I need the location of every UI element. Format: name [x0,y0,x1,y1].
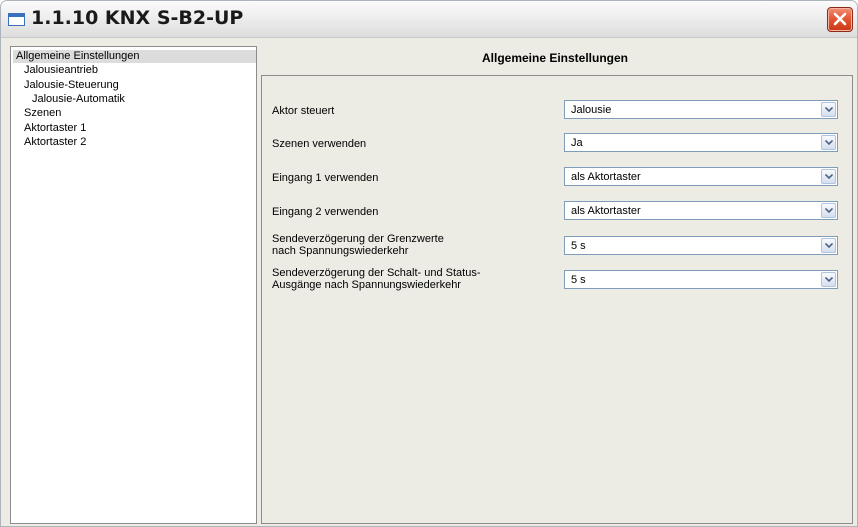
close-icon [833,12,847,26]
dropdown-value: 5 s [571,274,586,286]
szenen-verwenden-dropdown[interactable]: Ja [564,133,838,152]
parameter-tree: Allgemeine Einstellungen Jalousieantrieb… [10,46,257,524]
tree-item-jalousie-automatik[interactable]: Jalousie-Automatik [29,93,125,106]
param-label-sendeverzoegerung-grenzwerte: Sendeverzögerung der Grenzwerte nach Spa… [272,233,444,257]
dropdown-value: als Aktortaster [571,205,641,217]
param-label-szenen-verwenden: Szenen verwenden [272,138,367,150]
tree-item-allgemeine-einstellungen[interactable]: Allgemeine Einstellungen [13,50,256,63]
dropdown-arrow-button[interactable] [821,102,836,117]
window-title: 1.1.10 KNX S-B2-UP [31,7,244,29]
tree-item-jalousie-steuerung[interactable]: Jalousie-Steuerung [21,79,119,92]
title-bar[interactable]: 1.1.10 KNX S-B2-UP [1,1,857,38]
chevron-down-icon [825,277,833,282]
param-label-aktor-steuert: Aktor steuert [272,105,335,117]
eingang-2-dropdown[interactable]: als Aktortaster [564,201,838,220]
window-icon [8,13,25,26]
dropdown-arrow-button[interactable] [821,272,836,287]
dropdown-value: Jalousie [571,104,612,116]
chevron-down-icon [825,208,833,213]
tree-item-szenen[interactable]: Szenen [21,107,61,120]
param-label-sendeverzoegerung-schalt-status: Sendeverzögerung der Schalt- und Status-… [272,267,481,291]
tree-item-aktortaster-2[interactable]: Aktortaster 2 [21,136,86,149]
dropdown-arrow-button[interactable] [821,169,836,184]
dropdown-value: als Aktortaster [571,171,641,183]
dropdown-arrow-button[interactable] [821,135,836,150]
client-area: Allgemeine Einstellungen Jalousieantrieb… [3,39,855,524]
dropdown-value: 5 s [571,240,586,252]
chevron-down-icon [825,243,833,248]
chevron-down-icon [825,140,833,145]
chevron-down-icon [825,174,833,179]
aktor-steuert-dropdown[interactable]: Jalousie [564,100,838,119]
dropdown-value: Ja [571,137,583,149]
chevron-down-icon [825,107,833,112]
panel-title: Allgemeine Einstellungen [481,51,629,65]
sendeverzoegerung-schalt-status-dropdown[interactable]: 5 s [564,270,838,289]
tree-item-jalousieantrieb[interactable]: Jalousieantrieb [21,64,98,77]
eingang-1-dropdown[interactable]: als Aktortaster [564,167,838,186]
parameter-panel: Aktor steuert Jalousie Szenen verwenden … [261,75,853,524]
main-window: 1.1.10 KNX S-B2-UP Allgemeine Einstellun… [0,0,858,527]
dropdown-arrow-button[interactable] [821,238,836,253]
param-label-eingang-2: Eingang 2 verwenden [272,206,379,218]
param-label-eingang-1: Eingang 1 verwenden [272,172,379,184]
close-button[interactable] [827,7,853,32]
sendeverzoegerung-grenzwerte-dropdown[interactable]: 5 s [564,236,838,255]
tree-item-aktortaster-1[interactable]: Aktortaster 1 [21,122,86,135]
dropdown-arrow-button[interactable] [821,203,836,218]
